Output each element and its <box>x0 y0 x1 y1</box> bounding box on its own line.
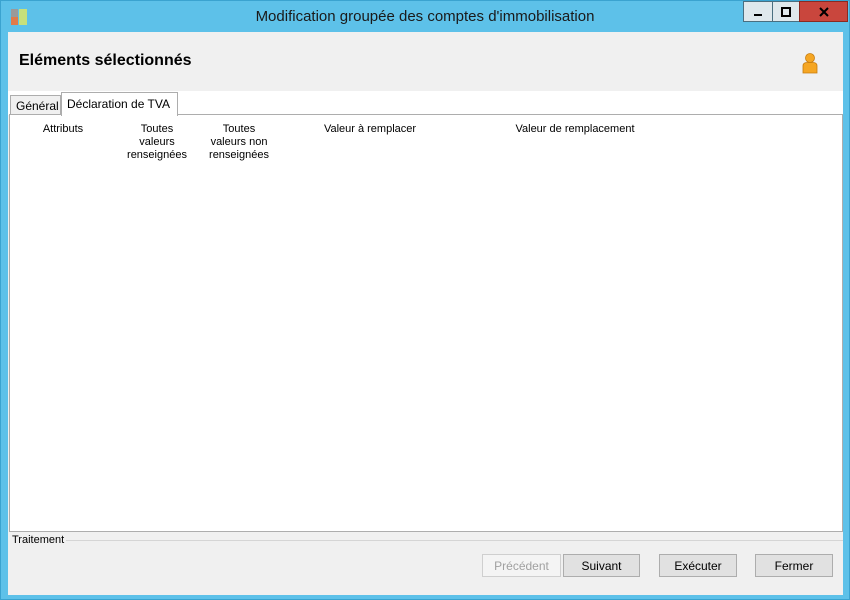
close-window-button[interactable] <box>799 1 848 22</box>
group-label-traitement: Traitement <box>12 534 67 546</box>
page-title: Eléments sélectionnés <box>19 52 192 69</box>
header-band: Eléments sélectionnés <box>8 32 843 91</box>
tab-general[interactable]: Général <box>10 95 61 116</box>
column-header-valeur-a-remplacer: Valeur à remplacer <box>323 123 417 135</box>
execute-button[interactable]: Exécuter <box>659 554 737 577</box>
maximize-icon <box>781 6 791 17</box>
maximize-button[interactable] <box>772 1 800 22</box>
user-icon <box>802 53 818 74</box>
tab-panel-declaration-tva: Attributs Toutes valeurs renseignées Tou… <box>9 114 843 532</box>
window-title: Modification groupée des comptes d'immob… <box>255 8 595 25</box>
column-header-toutes-valeurs-renseignees: Toutes valeurs renseignées <box>127 123 187 161</box>
previous-button[interactable]: Précédent <box>482 554 561 577</box>
column-header-valeur-de-remplacement: Valeur de remplacement <box>515 123 635 135</box>
column-header-toutes-valeurs-non-renseignees: Toutes valeurs non renseignées <box>209 123 269 161</box>
close-button[interactable]: Fermer <box>755 554 833 577</box>
dialog-client-area: Eléments sélectionnés Général Déclaratio… <box>8 32 843 595</box>
title-bar[interactable]: Modification groupée des comptes d'immob… <box>1 1 849 32</box>
close-icon <box>818 6 829 17</box>
group-separator <box>63 540 843 541</box>
dialog-window: Modification groupée des comptes d'immob… <box>0 0 850 600</box>
column-header-attributs: Attributs <box>42 123 84 135</box>
tab-declaration-tva[interactable]: Déclaration de TVA <box>61 92 178 116</box>
minimize-button[interactable] <box>743 1 773 22</box>
minimize-icon <box>754 13 762 16</box>
next-button[interactable]: Suivant <box>563 554 640 577</box>
